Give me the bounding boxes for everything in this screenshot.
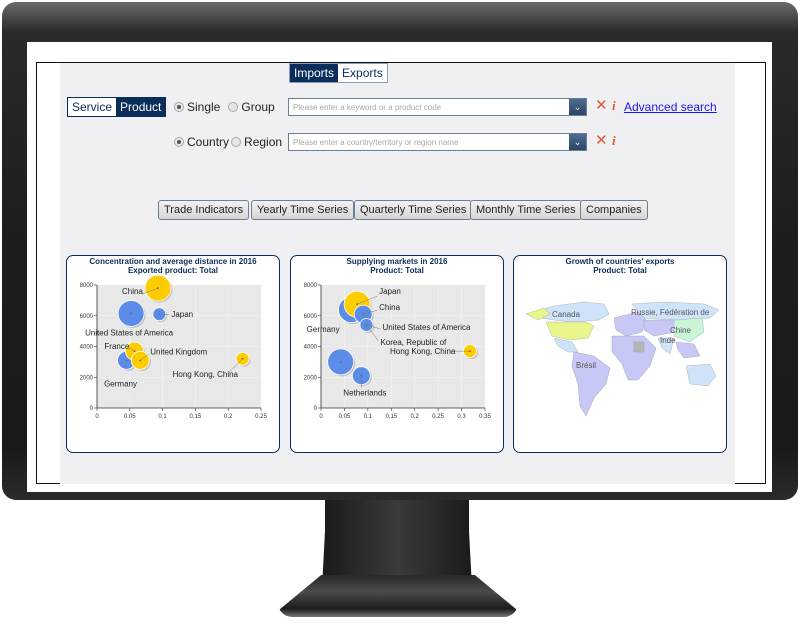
map-region-southeast-asia: [675, 341, 701, 359]
radio-region[interactable]: Region: [231, 135, 282, 149]
bubble-label-united-states-of-america: United States of America: [382, 323, 471, 332]
tab-imports[interactable]: Imports: [290, 64, 339, 82]
bubble-center-germany: [125, 359, 128, 362]
quarterly-time-series-button[interactable]: Quarterly Time Series: [354, 200, 473, 220]
radio-country-indicator[interactable]: [174, 137, 184, 147]
supplying-markets-chart-panel: Supplying markets in 2016 Product: Total…: [290, 255, 504, 453]
x-tick-label: 0.35: [479, 414, 491, 420]
toggle-product[interactable]: Product: [116, 98, 166, 116]
chevron-down-icon: ⌄: [573, 136, 582, 147]
radio-single-indicator[interactable]: [174, 102, 184, 112]
radio-group-indicator[interactable]: [228, 102, 239, 112]
x-tick-label: 0.15: [190, 414, 202, 420]
y-tick-label: 8000: [304, 283, 318, 289]
map-label-russia: Russie, Fédération de: [631, 308, 710, 317]
monthly-time-series-button[interactable]: Monthly Time Series: [470, 200, 582, 220]
product-scope-radios: Single Group: [174, 100, 283, 114]
bubble-label-germany: Germany: [307, 325, 340, 334]
y-tick-label: 4000: [304, 345, 318, 351]
y-tick-label: 6000: [80, 314, 94, 320]
x-tick-label: 0: [319, 414, 323, 420]
country-search-combo: ⌄: [288, 133, 587, 151]
map-region-mexico: [553, 337, 579, 353]
yearly-time-series-button[interactable]: Yearly Time Series: [251, 200, 355, 220]
world-map[interactable]: Canada Russie, Fédération de Chine Inde …: [514, 256, 728, 454]
y-tick-label: 0: [314, 406, 318, 412]
monitor-stand: [322, 500, 472, 588]
x-tick-label: 0.05: [124, 414, 136, 420]
bubble-label-netherlands: Netherlands: [343, 389, 386, 398]
trade-flow-tabs: Imports Exports: [289, 63, 388, 83]
map-region-sudan: [633, 341, 645, 353]
companies-button[interactable]: Companies: [580, 200, 648, 220]
supplying-markets-bubble-chart: 0 2000 4000 6000 8000 0 0.05 0.1 0.15 0.2 0.25 0.3 0…: [304, 283, 492, 420]
radio-group[interactable]: Group: [228, 100, 275, 114]
y-tick-label: 0: [90, 406, 94, 412]
product-search-combo: ⌄: [288, 98, 587, 116]
trade-indicators-button[interactable]: Trade Indicators: [158, 200, 250, 220]
y-tick-label: 4000: [80, 345, 94, 351]
map-region-usa: [545, 321, 595, 341]
product-dropdown-button[interactable]: ⌄: [569, 99, 586, 115]
x-tick-label: 0.05: [339, 414, 351, 420]
toggle-service[interactable]: Service: [68, 98, 117, 116]
type-toggle: Service Product: [67, 97, 167, 117]
monitor-foot: [278, 575, 518, 617]
geography-scope-radios: Country Region: [174, 135, 290, 149]
product-search-input[interactable]: [289, 100, 569, 114]
advanced-search-link[interactable]: Advanced search: [624, 100, 717, 114]
map-label-china: Chine: [670, 326, 691, 335]
y-tick-label: 2000: [80, 375, 94, 381]
concentration-bubble-chart: 0 2000 4000 6000 8000 0 0.05 0.1 0.15 0.2 0.25 Chin…: [80, 274, 267, 420]
y-tick-label: 8000: [80, 283, 94, 289]
x-tick-label: 0.1: [364, 414, 373, 420]
country-search-input[interactable]: [289, 135, 569, 149]
bubble-center-united-states-of-america: [130, 312, 133, 315]
bubble-label-hong-kong-china: Hong Kong, China: [390, 347, 456, 356]
radio-single[interactable]: Single: [174, 100, 220, 114]
radio-country-label: Country: [187, 135, 230, 149]
x-tick-label: 0.25: [432, 414, 444, 420]
map-label-canada: Canada: [552, 310, 581, 319]
country-dropdown-button[interactable]: ⌄: [569, 134, 586, 150]
country-info-icon[interactable]: i: [612, 134, 616, 148]
chevron-down-icon: ⌄: [573, 101, 582, 112]
bubble-label-japan: Japan: [379, 287, 401, 296]
bubble-center-germany: [339, 360, 342, 363]
x-tick-label: 0.2: [224, 414, 233, 420]
x-tick-label: 0.3: [457, 414, 466, 420]
bubble-label-united-kingdom: United Kingdom: [150, 347, 207, 356]
x-tick-label: 0.1: [158, 414, 167, 420]
radio-country[interactable]: Country: [174, 135, 229, 149]
tab-exports[interactable]: Exports: [338, 64, 387, 82]
x-tick-label: 0: [95, 414, 99, 420]
clear-country-icon[interactable]: ✕: [595, 133, 608, 148]
radio-region-label: Region: [244, 135, 283, 149]
radio-group-label: Group: [241, 100, 275, 114]
y-tick-label: 6000: [304, 314, 318, 320]
concentration-chart-panel: Concentration and average distance in 20…: [66, 255, 280, 453]
x-tick-label: 0.2: [411, 414, 420, 420]
bubble-label-united-states-of-america: United States of America: [85, 328, 174, 337]
x-tick-label: 0.25: [255, 414, 267, 420]
map-region-australia: [685, 363, 717, 387]
map-label-india: Inde: [660, 336, 676, 345]
export-growth-map-panel: Growth of countries' exports Product: To…: [513, 255, 727, 453]
product-info-icon[interactable]: i: [612, 99, 616, 113]
bubble-label-china: China: [122, 287, 143, 296]
bubble-label-germany: Germany: [104, 379, 137, 388]
bubble-label-china: China: [379, 303, 400, 312]
bubble-label-hong-kong-china: Hong Kong, China: [173, 370, 239, 379]
bubble-label-japan: Japan: [171, 310, 193, 319]
clear-product-icon[interactable]: ✕: [595, 98, 608, 113]
bubble-label-france: France: [104, 342, 129, 351]
map-label-brazil: Brésil: [576, 361, 596, 370]
bubble-label-korea-republic-of: Korea, Republic of: [380, 338, 447, 347]
y-tick-label: 2000: [304, 375, 318, 381]
radio-single-label: Single: [187, 100, 221, 114]
radio-region-indicator[interactable]: [231, 137, 242, 147]
x-tick-label: 0.15: [385, 414, 397, 420]
